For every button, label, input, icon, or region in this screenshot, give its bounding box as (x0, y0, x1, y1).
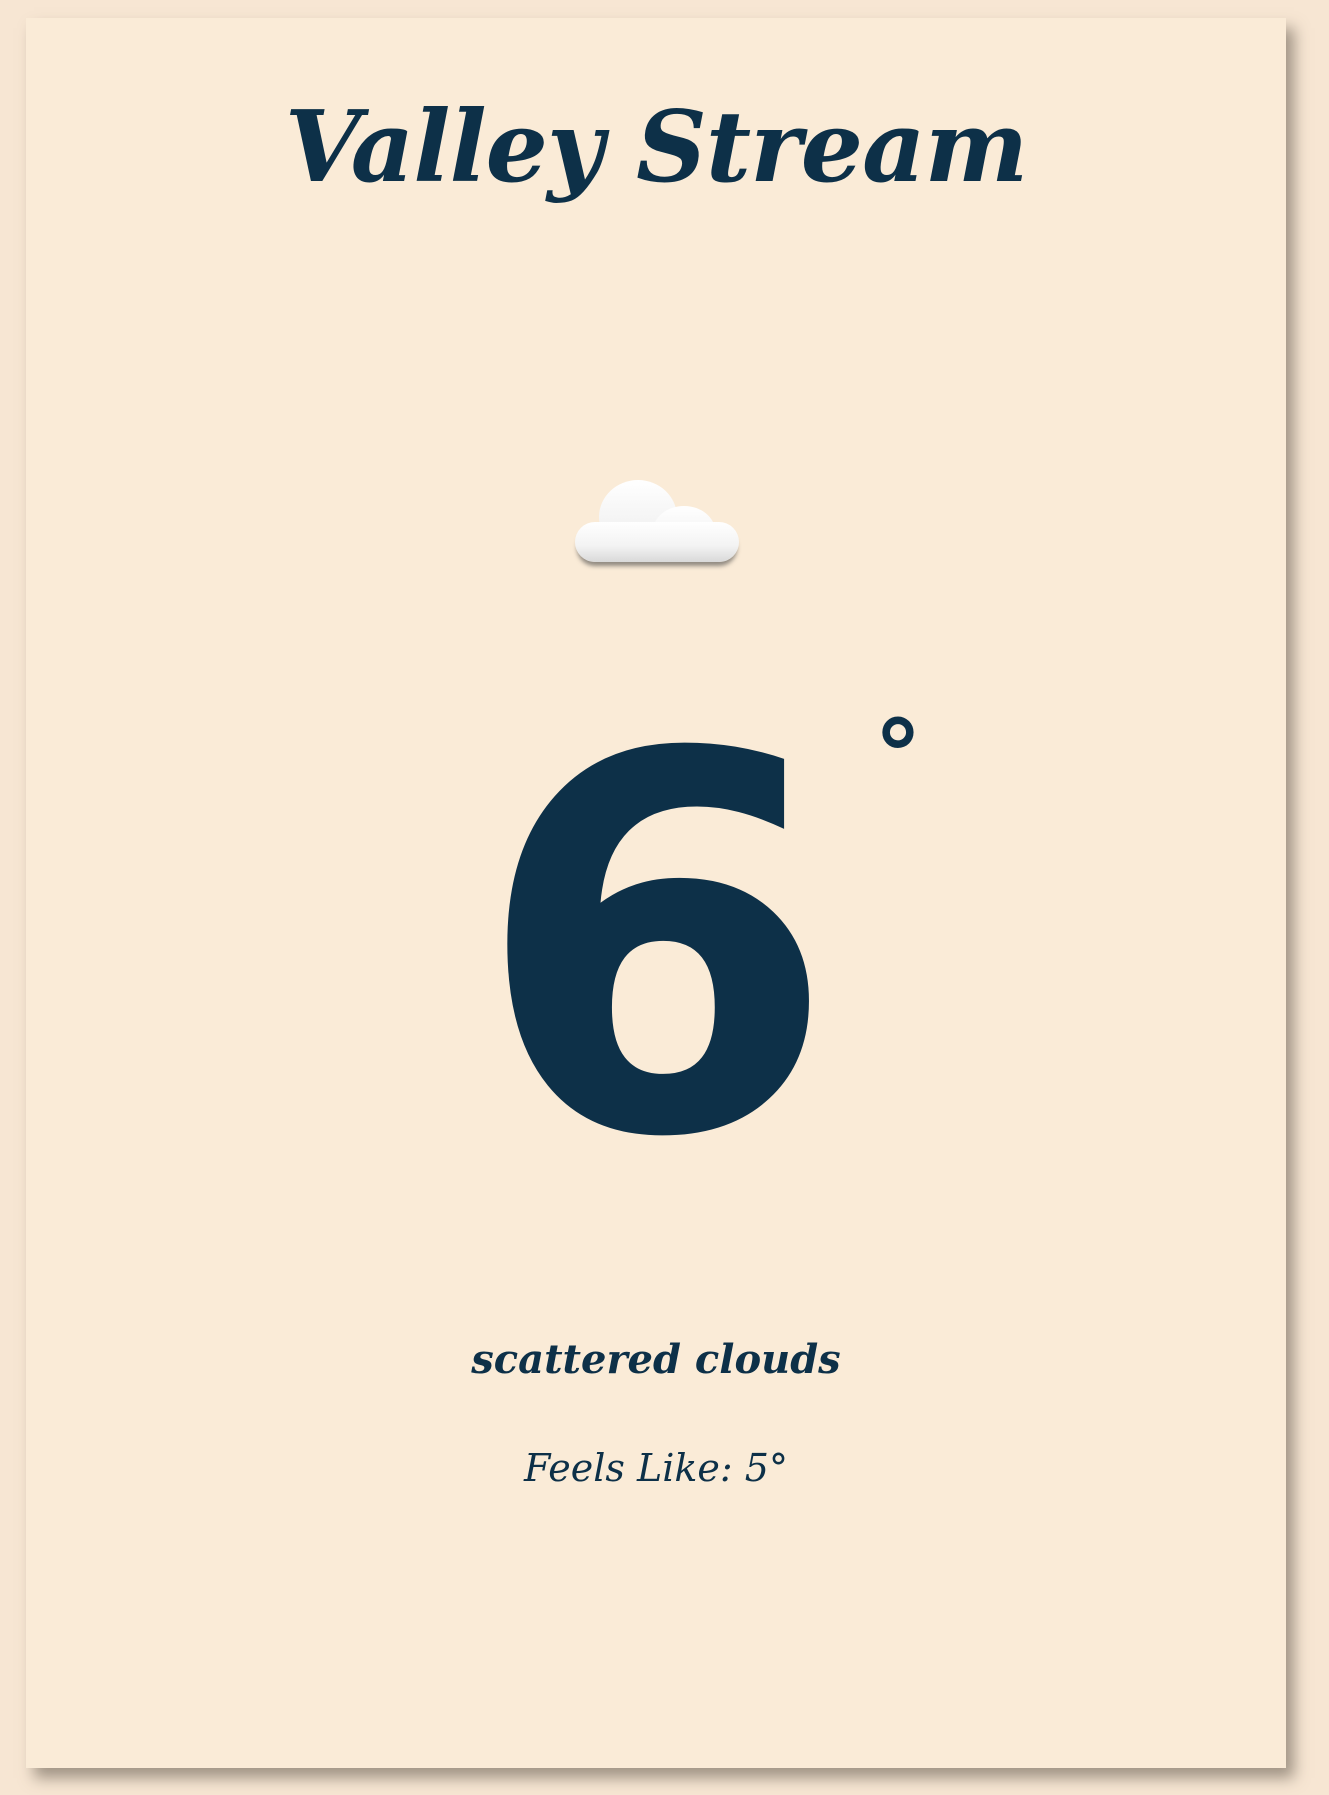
weather-icon-container (26, 468, 1286, 578)
temperature-value: 6 (475, 645, 837, 1251)
feels-like: Feels Like: 5° (524, 1446, 788, 1490)
city-name: Valley Stream (284, 90, 1029, 205)
temperature-display: 6 ° (26, 645, 1286, 1251)
weather-condition: scattered clouds (471, 1336, 841, 1383)
cloud-icon (571, 468, 741, 578)
page: Valley Stream 6 ° scattered clouds Feels… (0, 0, 1329, 1795)
degree-symbol: ° (874, 700, 922, 812)
weather-card: Valley Stream 6 ° scattered clouds Feels… (26, 18, 1286, 1768)
